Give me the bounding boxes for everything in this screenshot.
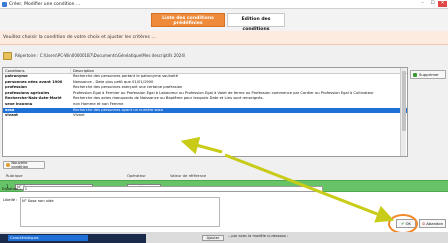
delete-icon [413, 72, 417, 77]
maximize-button[interactable]: ☐ [428, 1, 437, 7]
scrollbar-thumb[interactable] [402, 71, 406, 131]
tab-edit-conditions[interactable]: Edition des conditions [227, 13, 285, 32]
background-text: ...par avec la modèle ci-dessous : [228, 234, 289, 238]
new-icon [6, 163, 10, 167]
window-controls: – ☐ ✕ [418, 1, 447, 7]
header-operateur: Opérateur [127, 174, 146, 178]
tab-predefined-conditions[interactable]: Liste des conditions prédéfinies [151, 13, 225, 27]
equation-label: Equation : [2, 187, 21, 191]
folder-icon[interactable] [3, 51, 12, 60]
delete-button[interactable]: Supprimer [410, 70, 446, 79]
close-button[interactable]: ✕ [438, 1, 447, 7]
title-bar: Créer, Modifier une condition ... – ☐ ✕ [0, 0, 448, 9]
window-title: Créer, Modifier une condition ... [9, 1, 81, 7]
condition-description: Vivant [73, 113, 85, 118]
list-item[interactable]: vivant Vivant [3, 113, 407, 119]
equation-input[interactable]: 1 [22, 186, 323, 192]
conditions-list[interactable]: Conditions Description patronyme Recherc… [2, 67, 408, 157]
repository-row: Répertoire : C:\Users\PC-Win000001B7\Doc… [3, 48, 185, 63]
new-condition-label: Nouvelle condition [11, 161, 29, 169]
equation-row: Equation : 1 [2, 186, 323, 192]
condition-name: vivant [5, 113, 18, 118]
main-panel: Répertoire : C:\Users\PC-Win000001B7\Doc… [0, 45, 448, 243]
list-scrollbar[interactable] [400, 68, 406, 156]
app-icon [2, 1, 7, 7]
new-condition-button[interactable]: Nouvelle condition [3, 161, 45, 169]
highlight-ring [388, 214, 418, 234]
header-description[interactable]: Description [71, 68, 407, 73]
cancel-icon: ⊘ [421, 221, 426, 226]
header-rubrique: Rubrique [6, 174, 23, 178]
libelle-input[interactable]: N° Sosa non vide [20, 197, 220, 227]
background-add-button[interactable]: Ajouter [202, 235, 224, 241]
header-valeur: Valeur de référence [170, 174, 207, 178]
libelle-label: Libellé : [3, 198, 18, 202]
delete-label: Supprimer [419, 72, 439, 77]
header-conditions[interactable]: Conditions [3, 68, 71, 73]
abandon-button[interactable]: ⊘ Abandon [419, 219, 446, 228]
criteria-header: Rubrique Opérateur Valeur de référence [0, 173, 448, 180]
minimize-button[interactable]: – [418, 1, 427, 7]
background-selected-item[interactable]: Caractéristiques [8, 235, 88, 241]
repository-path: Répertoire : C:\Users\PC-Win000001B7\Doc… [15, 53, 186, 58]
abandon-label: Abandon [426, 221, 444, 226]
instruction-text: Veuillez choisir la condition de votre c… [0, 31, 448, 45]
tab-bar: Liste des conditions prédéfinies Edition… [0, 9, 448, 32]
